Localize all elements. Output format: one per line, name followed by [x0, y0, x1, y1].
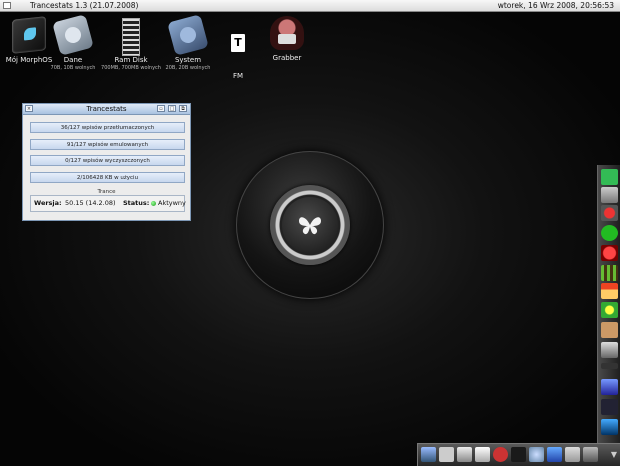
- file-icon[interactable]: [547, 447, 562, 462]
- globe-icon[interactable]: [529, 447, 544, 462]
- document-icon: T: [231, 34, 245, 52]
- menubar: Trancestats 1.3 (21.07.2008) wtorek, 16 …: [0, 0, 620, 12]
- ram-disk-icon: [122, 18, 140, 56]
- clock: wtorek, 16 Wrz 2008, 20:56:53: [497, 1, 614, 10]
- house-icon[interactable]: [601, 283, 618, 299]
- hard-disk-icon: [52, 14, 94, 56]
- keyboard-icon[interactable]: [583, 447, 598, 462]
- trancestats-window: × Trancestats ▫ □ ⧉ 36/127 wpisów przetł…: [22, 103, 191, 221]
- right-dock: [597, 165, 620, 465]
- status-value: Aktywny: [158, 199, 186, 207]
- version-value: 50.15 (14.2.08): [65, 199, 116, 207]
- version-label: Wersja:: [34, 199, 62, 207]
- grabber-icon: [270, 16, 304, 50]
- window-zoom-button[interactable]: □: [168, 105, 176, 112]
- active-app-title: Trancestats 1.3 (21.07.2008): [30, 1, 139, 10]
- mixer-icon[interactable]: [421, 447, 436, 462]
- clipboard-icon[interactable]: [475, 447, 490, 462]
- terminal-icon[interactable]: [511, 447, 526, 462]
- stat-memory: 2/106428 KB w użyciu: [30, 172, 185, 183]
- document-icon-wrap: T: [221, 34, 255, 68]
- stairs-icon[interactable]: [601, 187, 618, 203]
- logo-core: [282, 197, 338, 253]
- penguin-icon[interactable]: [601, 342, 618, 358]
- window-depth-button[interactable]: ⧉: [179, 105, 187, 112]
- printer-icon[interactable]: [439, 447, 454, 462]
- stat-emulated: 91/127 wpisów emulowanych: [30, 139, 185, 150]
- desktop-icon-label: FM: [232, 72, 244, 80]
- dark-app-icon[interactable]: [601, 399, 618, 415]
- blue-app-icon[interactable]: [601, 419, 618, 435]
- desktop-icon-grabber[interactable]: Grabber: [252, 16, 322, 62]
- screen-close-button[interactable]: [3, 2, 11, 9]
- character-icon[interactable]: [601, 322, 618, 338]
- green-face-icon[interactable]: [601, 302, 618, 318]
- window-iconify-button[interactable]: ▫: [157, 105, 165, 112]
- morphos-logo: [236, 151, 384, 299]
- red-ball-icon[interactable]: [601, 205, 618, 221]
- preferences-icon[interactable]: [457, 447, 472, 462]
- status-label: Status:: [123, 199, 150, 207]
- scrollbar-handle[interactable]: [601, 363, 618, 369]
- disk-tool-icon[interactable]: [565, 447, 580, 462]
- status-dot-icon: [151, 201, 156, 206]
- logo-ring: [270, 185, 350, 265]
- trance-info-group: Wersja: 50.15 (14.2.08) Status: Aktywny: [30, 195, 186, 212]
- ruby-icon[interactable]: [601, 245, 618, 261]
- browser-icon[interactable]: [493, 447, 508, 462]
- check-icon[interactable]: [601, 169, 618, 185]
- dock-menu-chevron-down-icon[interactable]: ▼: [611, 450, 617, 459]
- butterfly-icon: [299, 217, 321, 235]
- window-title-bar[interactable]: × Trancestats ▫ □ ⧉: [23, 104, 190, 115]
- stat-cleared: 0/127 wpisów wyczyszczonych: [30, 155, 185, 166]
- frog-icon[interactable]: [601, 225, 618, 241]
- rocket-icon[interactable]: [601, 379, 618, 395]
- desktop-icon-label: Grabber: [272, 54, 302, 62]
- bottom-dock: ▼: [417, 443, 620, 466]
- brick-icon[interactable]: [601, 265, 618, 281]
- ram-disk-icon-wrap: [114, 18, 148, 56]
- stat-translated: 36/127 wpisów przetłumaczonych: [30, 122, 185, 133]
